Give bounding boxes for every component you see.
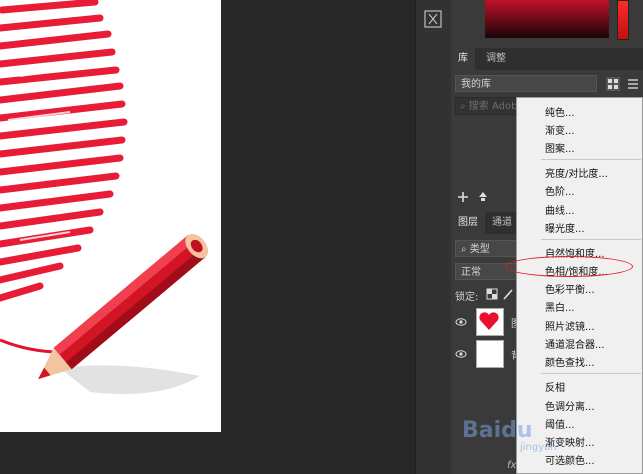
library-select[interactable]: 我的库 <box>455 75 597 92</box>
watermark-sub: jingyan <box>520 442 557 453</box>
tab-library[interactable]: 库 <box>451 48 475 70</box>
menu-item-black-white[interactable]: 黑白... <box>545 299 575 314</box>
upload-icon[interactable] <box>476 190 490 204</box>
heart-thumb-icon <box>479 312 499 330</box>
search-icon: ⌕ <box>461 244 470 255</box>
menu-item-channel-mixer[interactable]: 通道混合器... <box>545 336 605 351</box>
layer-filter-select[interactable]: ⌕ 类型 <box>455 240 525 257</box>
blend-mode-label: 正常 <box>461 267 481 278</box>
menu-item-posterize[interactable]: 色调分离... <box>545 398 595 413</box>
tab-adjustments[interactable]: 调整 <box>479 48 513 70</box>
brush-icon[interactable] <box>502 288 514 300</box>
menu-item-gradient[interactable]: 渐变... <box>545 122 575 137</box>
search-icon: ⌕ <box>460 101 469 112</box>
eye-icon[interactable] <box>455 316 467 328</box>
watermark-logo: Baidu <box>462 418 533 443</box>
menu-item-curves[interactable]: 曲线... <box>545 202 575 217</box>
menu-separator <box>541 373 641 374</box>
menu-item-solid-color[interactable]: 纯色... <box>545 104 575 119</box>
grid-view-icon[interactable] <box>605 76 621 92</box>
eye-icon[interactable] <box>455 348 467 360</box>
library-tab-row: 库 调整 <box>451 48 643 70</box>
menu-item-color-lookup[interactable]: 颜色查找... <box>545 354 595 369</box>
add-icon[interactable] <box>456 190 470 204</box>
menu-item-selective-color[interactable]: 可选颜色... <box>545 452 595 467</box>
menu-item-levels[interactable]: 色阶... <box>545 183 575 198</box>
menu-item-threshold[interactable]: 阈值... <box>545 416 575 431</box>
canvas-area[interactable] <box>0 0 415 474</box>
menu-item-invert[interactable]: 反相 <box>545 379 565 394</box>
history-icon[interactable] <box>423 9 443 29</box>
menu-item-exposure[interactable]: 曝光度... <box>545 220 585 235</box>
menu-item-pattern[interactable]: 图案... <box>545 140 575 155</box>
lock-label: 锁定: <box>455 292 479 303</box>
tab-layers[interactable]: 图层 <box>451 212 485 234</box>
layer-row-heart[interactable]: 图 <box>451 307 521 337</box>
list-view-icon[interactable] <box>625 76 641 92</box>
highlight-ellipse <box>505 256 633 277</box>
document-canvas[interactable] <box>0 0 221 432</box>
layer-row-background[interactable]: 背 <box>451 339 521 369</box>
heart-pencil-artwork <box>0 0 209 394</box>
color-picker-field[interactable] <box>485 0 609 38</box>
menu-item-color-balance[interactable]: 色彩平衡... <box>545 281 595 296</box>
menu-separator <box>541 159 641 160</box>
menu-item-photo-filter[interactable]: 照片滤镜... <box>545 318 595 333</box>
menu-item-brightness-contrast[interactable]: 亮度/对比度... <box>545 165 608 180</box>
library-select-label: 我的库 <box>461 79 491 90</box>
adjustment-layer-menu: 纯色... 渐变... 图案... 亮度/对比度... 色阶... 曲线... … <box>516 97 643 474</box>
layer-thumbnail <box>476 340 504 368</box>
lock-transparent-icon[interactable] <box>486 288 498 300</box>
panel-toolstrip <box>415 0 452 474</box>
layer-thumbnail <box>476 308 504 336</box>
hue-slider[interactable] <box>617 0 629 40</box>
tab-channels[interactable]: 通道 <box>485 212 519 234</box>
menu-separator <box>541 239 641 240</box>
layer-filter-label: 类型 <box>469 244 490 255</box>
